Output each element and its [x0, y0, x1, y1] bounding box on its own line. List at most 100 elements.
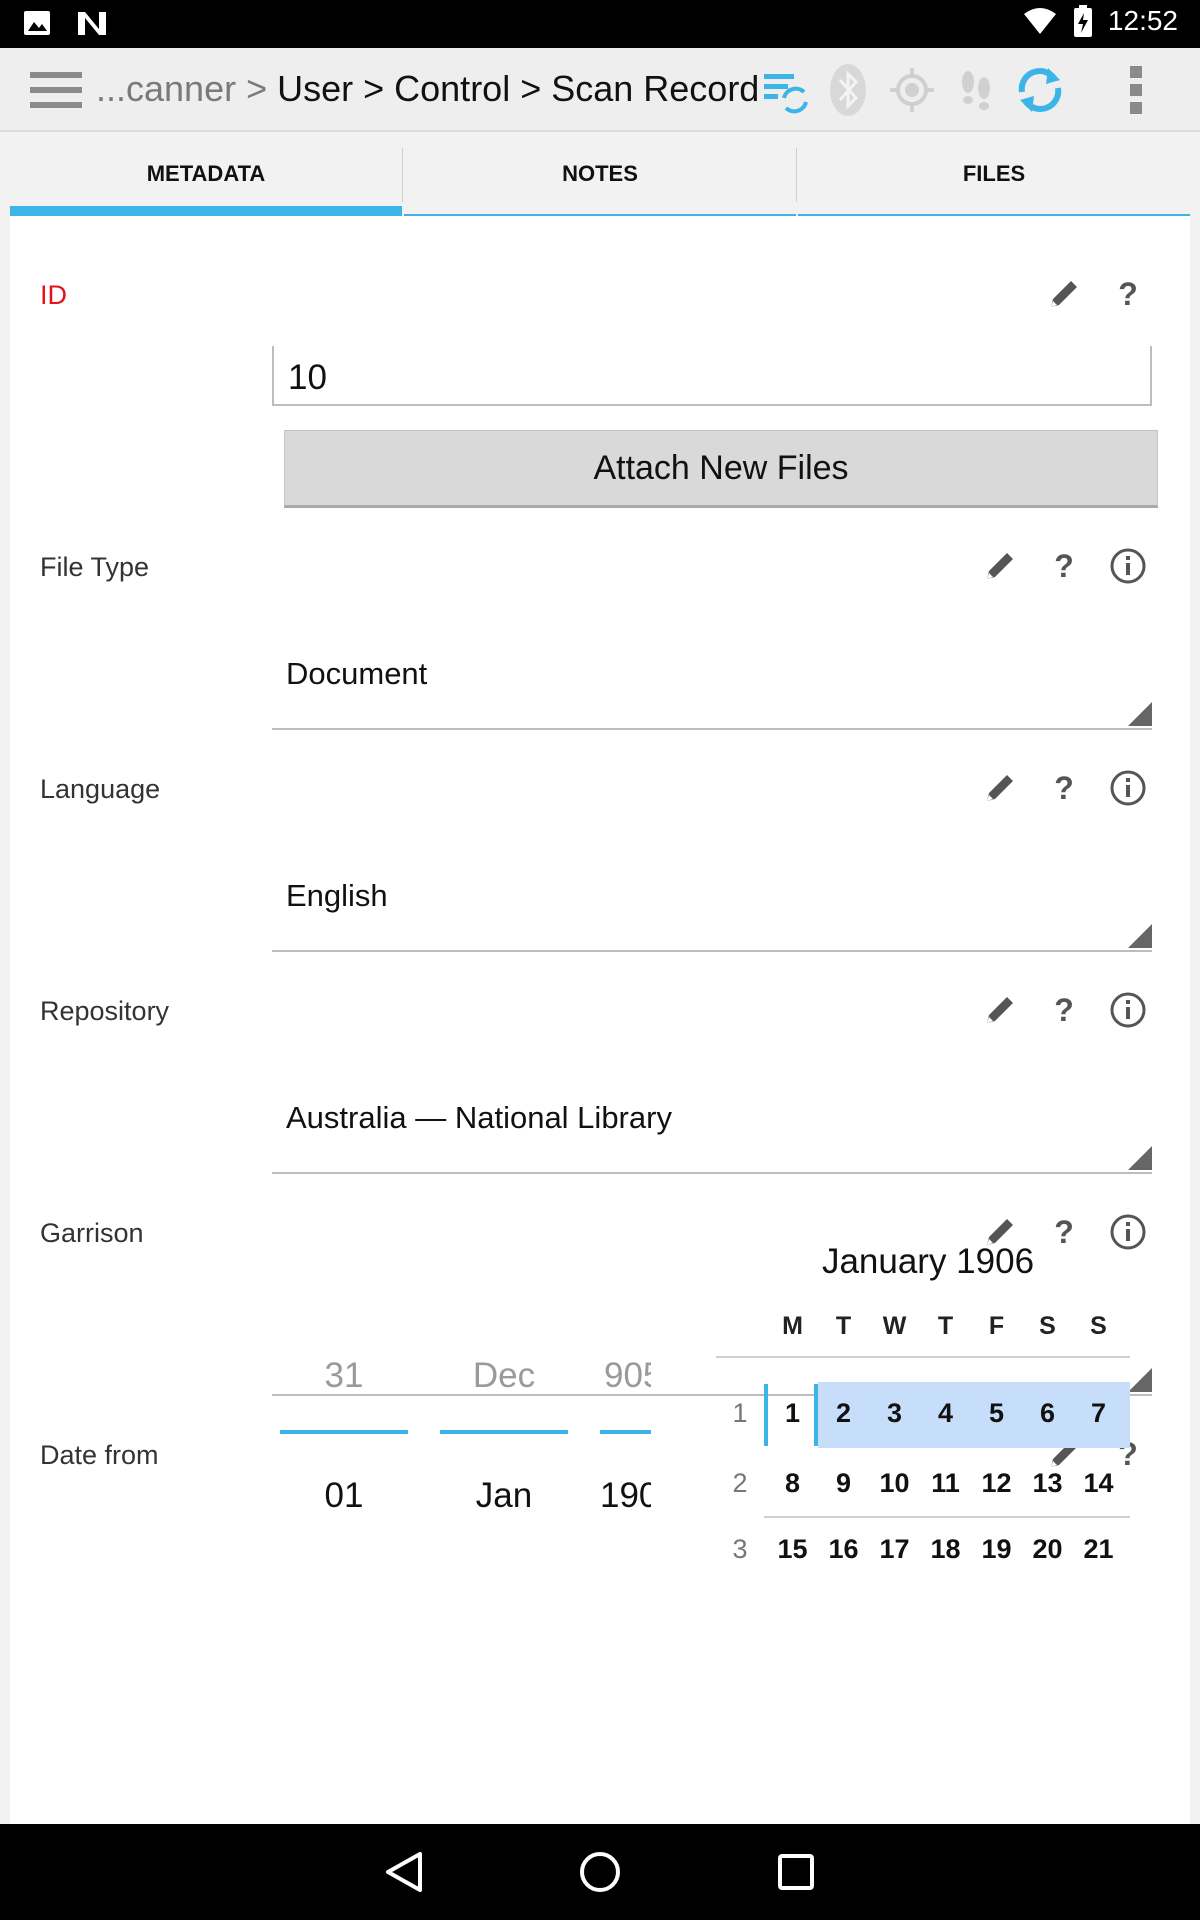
- calendar-day[interactable]: 21: [1073, 1534, 1124, 1565]
- id-field[interactable]: 10: [272, 346, 1152, 406]
- navigation-bar: [0, 1824, 1200, 1920]
- calendar-day[interactable]: 13: [1022, 1468, 1073, 1499]
- tab-divider: [796, 148, 797, 202]
- refresh-icon[interactable]: [1012, 62, 1068, 118]
- month-current: Jan: [475, 1476, 533, 1515]
- home-icon[interactable]: [576, 1848, 624, 1896]
- tab-label: METADATA: [146, 161, 266, 186]
- edit-icon[interactable]: [1044, 274, 1084, 314]
- info-icon[interactable]: [1108, 546, 1148, 586]
- weekday-label: M: [782, 1312, 803, 1340]
- month-spinner[interactable]: Dec Jan: [440, 1316, 568, 1516]
- clock: 12:52: [1107, 5, 1178, 36]
- calendar-day[interactable]: 6: [1022, 1398, 1073, 1429]
- edit-icon[interactable]: [980, 990, 1020, 1030]
- repository-value: Australia — National Library: [286, 1100, 672, 1135]
- tab-bar: METADATA NOTES FILES: [0, 132, 1200, 216]
- calendar-day[interactable]: 20: [1022, 1534, 1073, 1565]
- info-icon[interactable]: [1108, 990, 1148, 1030]
- breadcrumb[interactable]: ...canner > User > Control > Scan Record: [96, 68, 759, 110]
- weekday-label: S: [1090, 1312, 1107, 1340]
- dropdown-arrow-icon: [1128, 1146, 1152, 1170]
- garrison-label: Garrison: [40, 1218, 144, 1248]
- calendar-day[interactable]: 18: [920, 1534, 971, 1565]
- overflow-icon[interactable]: [1108, 62, 1164, 118]
- bluetooth-icon[interactable]: [820, 62, 876, 118]
- calendar-day[interactable]: 12: [971, 1468, 1022, 1499]
- recents-icon[interactable]: [772, 1848, 820, 1896]
- image-icon: [24, 11, 50, 35]
- week-number: 1: [732, 1398, 748, 1428]
- calendar-day[interactable]: 19: [971, 1534, 1022, 1565]
- sync-list-icon[interactable]: [756, 62, 812, 118]
- repository-select[interactable]: Australia — National Library: [272, 1080, 1152, 1174]
- file-type-value: Document: [286, 656, 428, 691]
- calendar-day[interactable]: 14: [1073, 1468, 1124, 1499]
- tab-label: FILES: [962, 161, 1026, 186]
- calendar-day[interactable]: 2: [818, 1398, 869, 1429]
- calendar-day[interactable]: 4: [920, 1398, 971, 1429]
- info-icon[interactable]: [1108, 768, 1148, 808]
- dropdown-arrow-icon: [1128, 702, 1152, 726]
- calendar-day[interactable]: 10: [869, 1468, 920, 1499]
- edit-icon[interactable]: [980, 768, 1020, 808]
- menu-icon[interactable]: [30, 70, 82, 110]
- status-bar: 12:52: [0, 0, 1200, 48]
- action-bar: ...canner > User > Control > Scan Record: [0, 48, 1200, 132]
- id-value: 10: [288, 358, 327, 397]
- back-icon[interactable]: [380, 1848, 428, 1896]
- calendar-day[interactable]: 5: [971, 1398, 1022, 1429]
- calendar-day[interactable]: 17: [869, 1534, 920, 1565]
- spinner-divider: [280, 1430, 408, 1434]
- day-prev: 31: [324, 1356, 364, 1395]
- calendar-day[interactable]: 15: [767, 1534, 818, 1565]
- file-type-label: File Type: [40, 552, 150, 582]
- year-spinner[interactable]: 905 1906: [600, 1316, 651, 1516]
- weekday-label: S: [1039, 1312, 1056, 1340]
- help-icon[interactable]: ?: [1044, 990, 1084, 1030]
- language-select[interactable]: English: [272, 858, 1152, 952]
- tab-metadata[interactable]: METADATA: [10, 132, 402, 216]
- year-prev: 905: [604, 1356, 651, 1395]
- help-icon[interactable]: ?: [1044, 546, 1084, 586]
- attach-new-files-button[interactable]: Attach New Files: [284, 430, 1158, 508]
- tab-label: NOTES: [562, 161, 638, 186]
- n-logo-icon: [78, 12, 106, 35]
- gps-icon[interactable]: [884, 62, 940, 118]
- dropdown-arrow-icon: [1128, 924, 1152, 948]
- tab-notes[interactable]: NOTES: [404, 132, 796, 216]
- language-value: English: [286, 878, 388, 913]
- calendar-day[interactable]: 3: [869, 1398, 920, 1429]
- footsteps-icon[interactable]: [948, 62, 1004, 118]
- edit-icon[interactable]: [980, 546, 1020, 586]
- tab-indicator: [10, 206, 402, 216]
- calendar-day[interactable]: 8: [767, 1468, 818, 1499]
- tab-files[interactable]: FILES: [798, 132, 1190, 216]
- repository-label: Repository: [40, 996, 170, 1026]
- week-number: 3: [732, 1534, 748, 1564]
- id-label: ID: [40, 280, 67, 310]
- calendar-day[interactable]: 7: [1073, 1398, 1124, 1429]
- tab-divider: [402, 148, 403, 202]
- date-from-label: Date from: [40, 1440, 159, 1470]
- spinner-divider: [600, 1430, 651, 1434]
- weekday-label: T: [937, 1312, 954, 1340]
- calendar-day-selected[interactable]: 1: [767, 1398, 818, 1429]
- calendar-day[interactable]: 9: [818, 1468, 869, 1499]
- calendar-day[interactable]: 11: [920, 1468, 971, 1499]
- help-icon[interactable]: ?: [1044, 768, 1084, 808]
- wifi-icon: [1023, 8, 1056, 34]
- week-divider: [716, 1356, 1130, 1358]
- language-label: Language: [40, 774, 161, 804]
- weekday-label: T: [835, 1312, 852, 1340]
- day-spinner[interactable]: 31 01: [280, 1316, 408, 1516]
- calendar-day[interactable]: 16: [818, 1534, 869, 1565]
- month-prev: Dec: [472, 1356, 536, 1395]
- week-divider: [764, 1516, 1130, 1518]
- weekday-label: F: [988, 1312, 1005, 1340]
- breadcrumb-path: User > Control > Scan Record: [277, 68, 760, 109]
- file-type-select[interactable]: Document: [272, 636, 1152, 730]
- help-icon[interactable]: ?: [1108, 274, 1148, 314]
- week-number: 2: [732, 1468, 748, 1498]
- spinner-divider: [440, 1430, 568, 1434]
